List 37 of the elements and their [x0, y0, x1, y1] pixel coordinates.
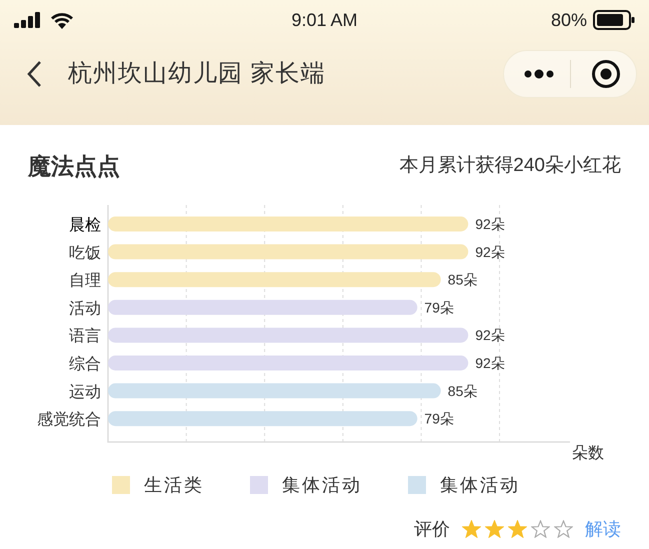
- value-label: 92朵: [475, 216, 505, 232]
- star-icon: [554, 520, 573, 538]
- category-label: 综合: [69, 356, 101, 373]
- star-icon: [462, 520, 481, 538]
- battery-icon: [593, 10, 635, 30]
- summary-text: 本月累计获得240朵小红花: [399, 154, 621, 178]
- category-label: 语言: [69, 328, 101, 346]
- legend-label: 集体活动: [282, 474, 362, 496]
- legend-label: 生活类: [144, 474, 204, 496]
- category-label: 感觉统合: [37, 412, 101, 429]
- value-label: 92朵: [475, 244, 505, 260]
- category-label: 运动: [69, 384, 101, 401]
- value-label: 79朵: [424, 410, 454, 427]
- wifi-icon: [50, 11, 74, 29]
- category-label: 活动: [69, 300, 101, 318]
- close-icon[interactable]: [591, 59, 621, 89]
- category-label: 自理: [69, 272, 101, 290]
- category-label: 晨检: [69, 217, 101, 234]
- interpret-link[interactable]: 解读: [585, 516, 621, 542]
- value-label: 79朵: [424, 299, 454, 316]
- page-title: 杭州坎山幼儿园 家长端: [68, 59, 326, 89]
- value-label: 92朵: [475, 327, 505, 344]
- value-label: 92朵: [475, 355, 505, 371]
- value-label: 85朵: [448, 272, 478, 288]
- star-icon: [485, 520, 504, 538]
- more-icon[interactable]: [524, 69, 554, 79]
- back-icon[interactable]: [26, 60, 42, 88]
- star-icon: [531, 520, 550, 538]
- value-label: 85朵: [448, 382, 478, 399]
- unit-label: 朵数: [572, 445, 604, 462]
- card-title: 魔法点点: [28, 152, 120, 181]
- category-label: 吃饭: [69, 244, 101, 262]
- battery-percentage: 80%: [550, 8, 587, 32]
- status-time: 9:01 AM: [291, 8, 358, 32]
- rating-label: 评价: [414, 518, 450, 540]
- star-icon: [508, 520, 527, 538]
- legend-label: 集体活动: [440, 474, 520, 496]
